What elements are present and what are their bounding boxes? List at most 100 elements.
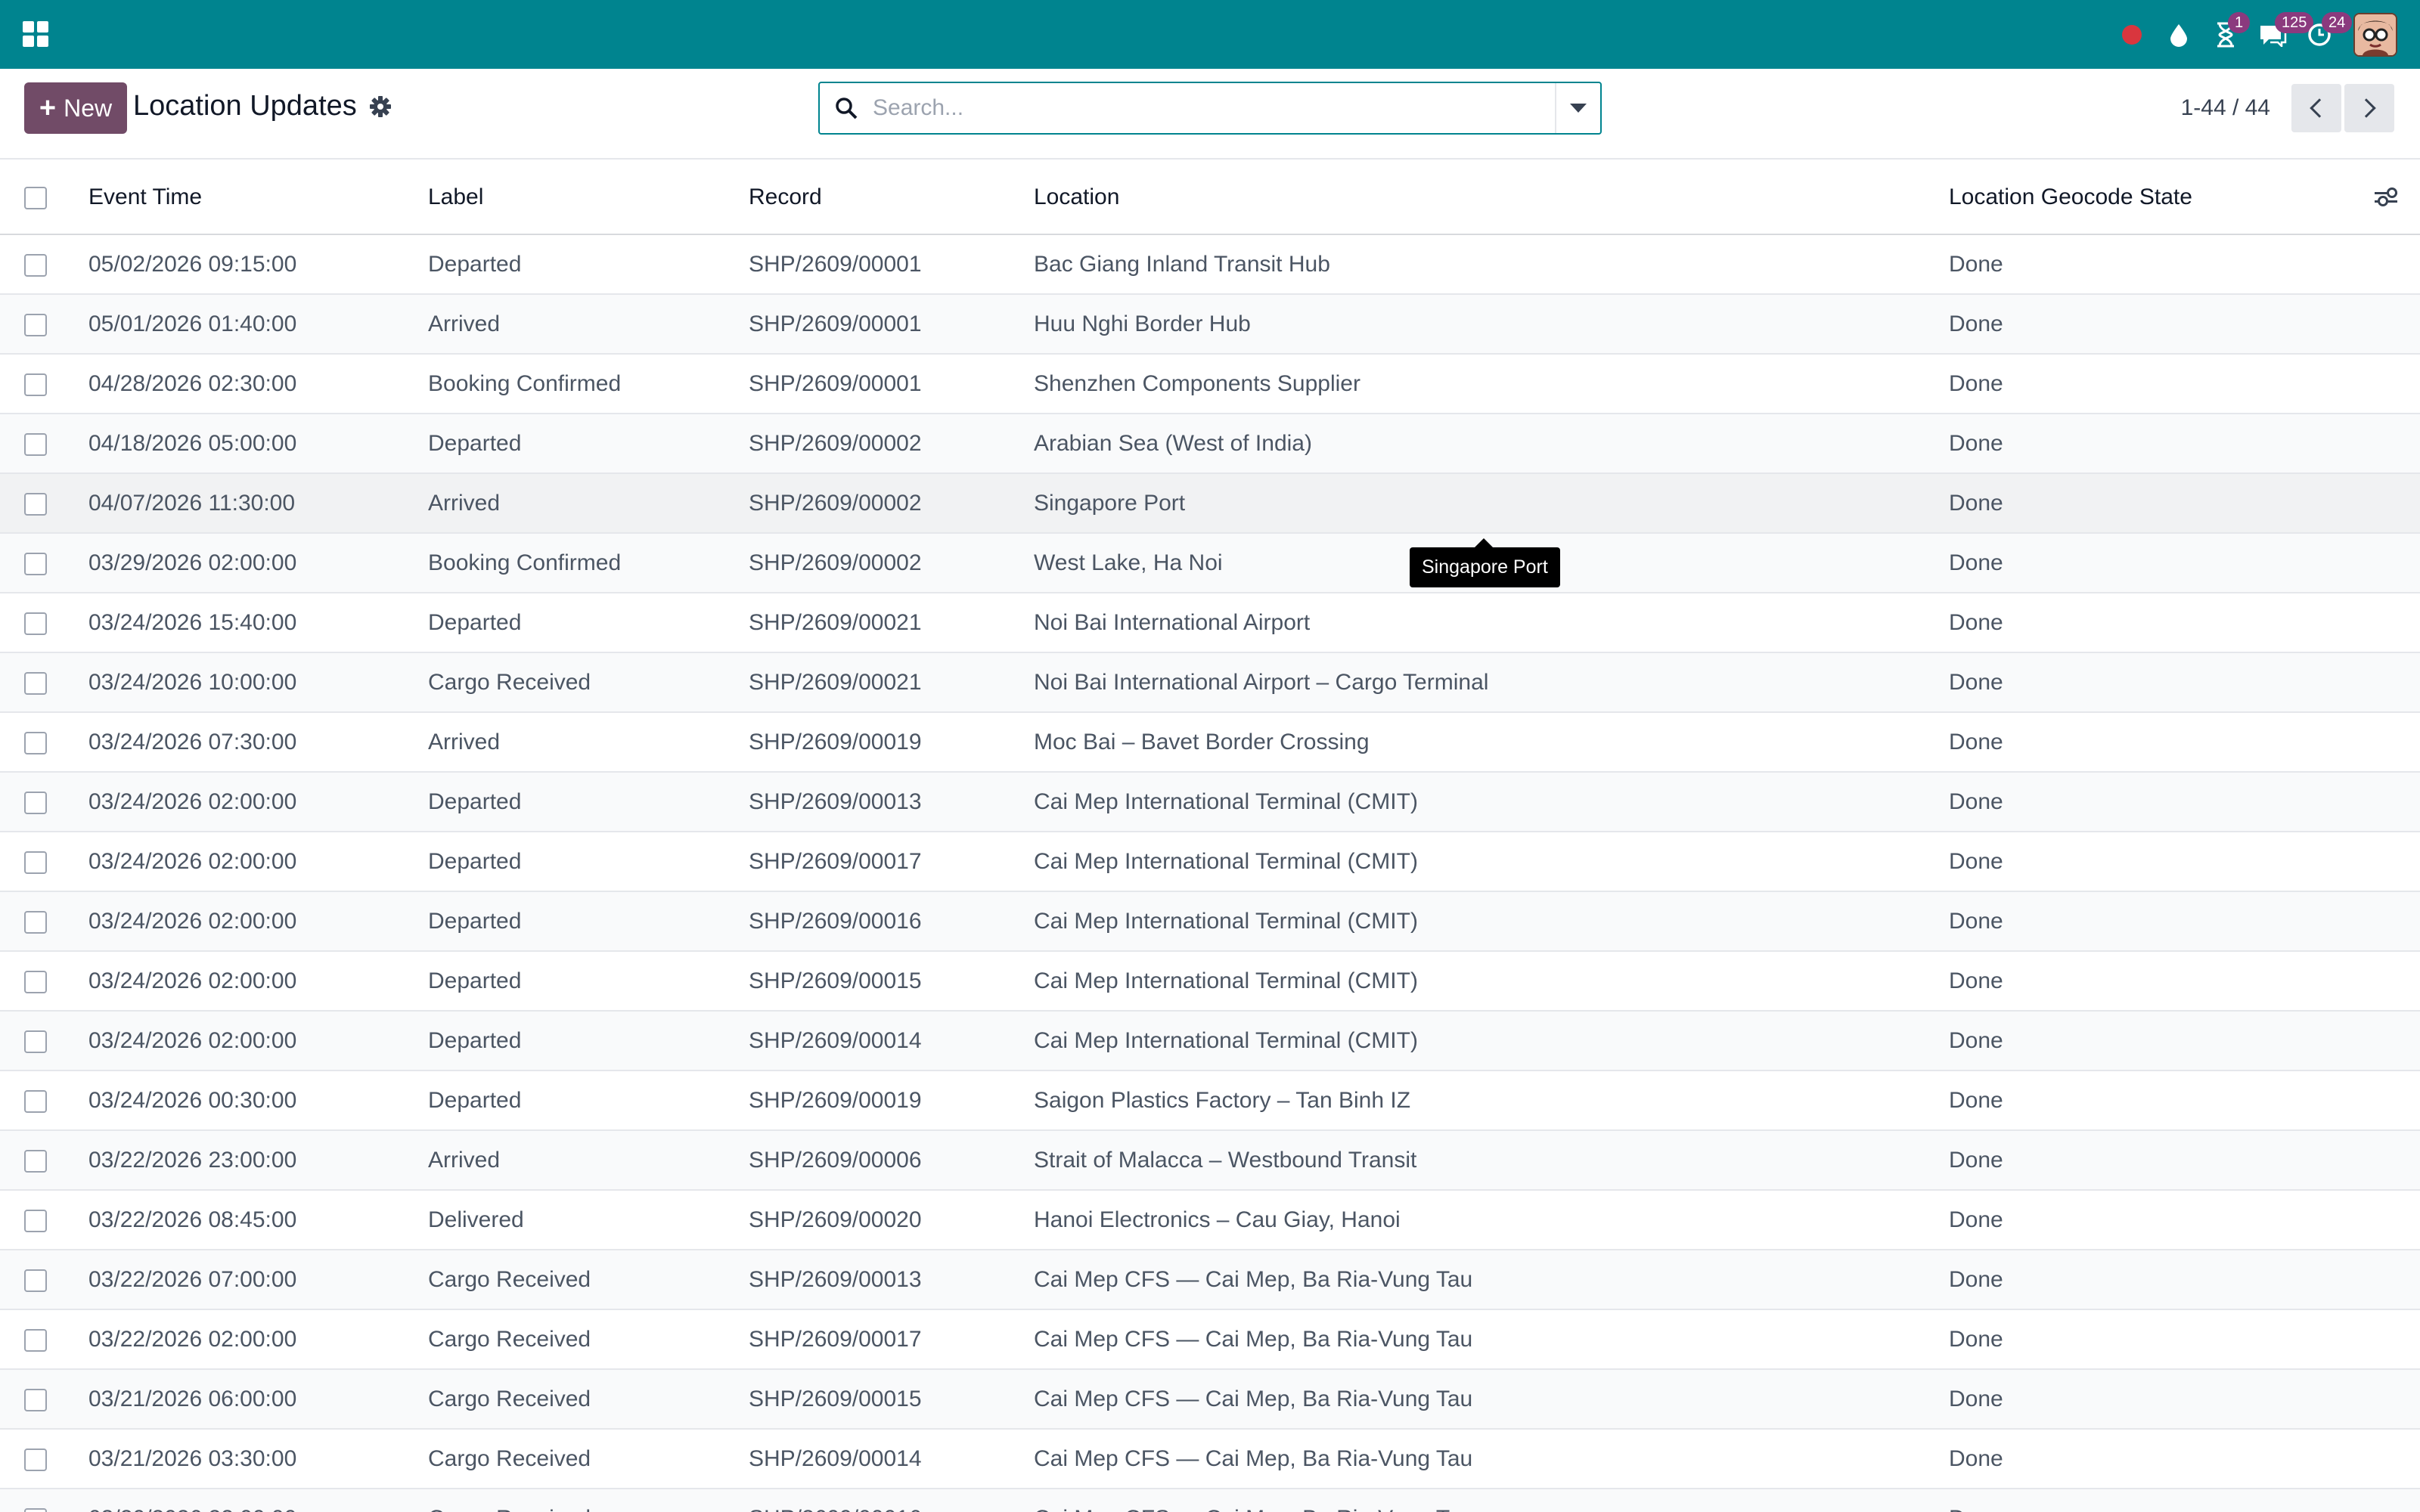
cell-label[interactable]: Cargo Received (428, 1369, 749, 1429)
cell-location[interactable]: Huu Nghi Border Hub (1034, 294, 1949, 354)
cell-label[interactable]: Cargo Received (428, 1489, 749, 1512)
cell-geocode-state[interactable]: Done (1949, 1309, 2360, 1369)
table-row[interactable]: 03/22/2026 08:45:00 Delivered SHP/2609/000… (0, 1190, 2420, 1250)
cell-geocode-state[interactable]: Done (1949, 1489, 2360, 1512)
cell-label[interactable]: Departed (428, 951, 749, 1011)
cell-event-time[interactable]: 03/29/2026 02:00:00 (88, 533, 428, 593)
cell-label[interactable]: Booking Confirmed (428, 533, 749, 593)
cell-geocode-state[interactable]: Done (1949, 652, 2360, 712)
cell-label[interactable]: Arrived (428, 1130, 749, 1190)
cell-record[interactable]: SHP/2609/00002 (749, 414, 1034, 473)
optional-columns-icon[interactable] (2375, 187, 2397, 206)
cell-record[interactable]: SHP/2609/00002 (749, 533, 1034, 593)
cell-label[interactable]: Arrived (428, 473, 749, 533)
table-row[interactable]: 03/22/2026 02:00:00 Cargo Received SHP/260… (0, 1309, 2420, 1369)
cell-location[interactable]: Noi Bai International Airport – Cargo Te… (1034, 652, 1949, 712)
cell-record[interactable]: SHP/2609/00019 (749, 1070, 1034, 1130)
column-header-label[interactable]: Label (428, 160, 749, 234)
new-button[interactable]: + New (24, 82, 127, 134)
cell-event-time[interactable]: 03/24/2026 02:00:00 (88, 891, 428, 951)
cell-event-time[interactable]: 03/24/2026 15:40:00 (88, 593, 428, 652)
table-row[interactable]: 03/21/2026 06:00:00 Cargo Received SHP/260… (0, 1369, 2420, 1429)
row-checkbox[interactable] (24, 373, 47, 396)
cell-record[interactable]: SHP/2609/00013 (749, 1250, 1034, 1309)
cell-location[interactable]: Cai Mep CFS — Cai Mep, Ba Ria-Vung Tau (1034, 1369, 1949, 1429)
cell-event-time[interactable]: 03/24/2026 07:30:00 (88, 712, 428, 772)
cell-location[interactable]: Arabian Sea (West of India) (1034, 414, 1949, 473)
cell-location[interactable]: Cai Mep International Terminal (CMIT) (1034, 772, 1949, 832)
cell-event-time[interactable]: 05/01/2026 01:40:00 (88, 294, 428, 354)
table-row[interactable]: 03/24/2026 02:00:00 Departed SHP/2609/0001… (0, 832, 2420, 891)
select-all-checkbox[interactable] (24, 186, 47, 209)
record-dot-icon[interactable] (2108, 0, 2155, 69)
cell-location[interactable]: Cai Mep International Terminal (CMIT) (1034, 1011, 1949, 1070)
table-row[interactable]: 03/24/2026 15:40:00 Departed SHP/2609/0002… (0, 593, 2420, 652)
cell-geocode-state[interactable]: Done (1949, 1070, 2360, 1130)
cell-location[interactable]: Bac Giang Inland Transit Hub (1034, 234, 1949, 294)
cell-label[interactable]: Arrived (428, 294, 749, 354)
cell-event-time[interactable]: 04/28/2026 02:30:00 (88, 354, 428, 414)
cell-event-time[interactable]: 05/02/2026 09:15:00 (88, 234, 428, 294)
apps-menu-icon[interactable] (23, 21, 48, 47)
cell-label[interactable]: Cargo Received (428, 1429, 749, 1489)
cell-geocode-state[interactable]: Done (1949, 1250, 2360, 1309)
cell-event-time[interactable]: 04/07/2026 11:30:00 (88, 473, 428, 533)
row-checkbox[interactable] (24, 253, 47, 277)
row-checkbox[interactable] (24, 731, 47, 754)
row-checkbox[interactable] (24, 1448, 47, 1471)
column-header-geocode-state[interactable]: Location Geocode State (1949, 160, 2360, 234)
cell-event-time[interactable]: 03/24/2026 02:00:00 (88, 951, 428, 1011)
table-row[interactable]: 05/02/2026 09:15:00 Departed SHP/2609/0000… (0, 234, 2420, 294)
search-input[interactable] (873, 85, 1555, 131)
table-row[interactable]: 03/24/2026 00:30:00 Departed SHP/2609/0001… (0, 1070, 2420, 1130)
cell-record[interactable]: SHP/2609/00019 (749, 712, 1034, 772)
row-checkbox[interactable] (24, 1388, 47, 1411)
cell-geocode-state[interactable]: Done (1949, 1011, 2360, 1070)
column-header-record[interactable]: Record (749, 160, 1034, 234)
cell-record[interactable]: SHP/2609/00017 (749, 1309, 1034, 1369)
cell-record[interactable]: SHP/2609/00001 (749, 234, 1034, 294)
cell-label[interactable]: Delivered (428, 1190, 749, 1250)
cell-geocode-state[interactable]: Done (1949, 593, 2360, 652)
cell-event-time[interactable]: 03/24/2026 02:00:00 (88, 1011, 428, 1070)
row-checkbox[interactable] (24, 970, 47, 993)
messages-chat-icon[interactable]: 125 (2249, 0, 2314, 69)
table-row[interactable]: 05/01/2026 01:40:00 Arrived SHP/2609/00001… (0, 294, 2420, 354)
cell-location[interactable]: Cai Mep International Terminal (CMIT) (1034, 832, 1949, 891)
cell-record[interactable]: SHP/2609/00006 (749, 1130, 1034, 1190)
row-checkbox[interactable] (24, 1209, 47, 1232)
cell-event-time[interactable]: 03/24/2026 02:00:00 (88, 832, 428, 891)
cell-label[interactable]: Departed (428, 772, 749, 832)
row-checkbox[interactable] (24, 1149, 47, 1173)
cell-event-time[interactable]: 03/24/2026 02:00:00 (88, 772, 428, 832)
cell-record[interactable]: SHP/2609/00015 (749, 951, 1034, 1011)
cell-location[interactable]: Saigon Plastics Factory – Tan Binh IZ (1034, 1070, 1949, 1130)
column-header-location[interactable]: Location (1034, 160, 1949, 234)
table-row[interactable]: 03/24/2026 10:00:00 Cargo Received SHP/260… (0, 652, 2420, 712)
cell-record[interactable]: SHP/2609/00021 (749, 652, 1034, 712)
cell-label[interactable]: Cargo Received (428, 1309, 749, 1369)
search-options-toggle[interactable] (1555, 83, 1600, 133)
cell-event-time[interactable]: 03/24/2026 10:00:00 (88, 652, 428, 712)
cell-geocode-state[interactable]: Done (1949, 234, 2360, 294)
row-checkbox[interactable] (24, 1089, 47, 1113)
cell-record[interactable]: SHP/2609/00001 (749, 354, 1034, 414)
cell-location[interactable]: Strait of Malacca – Westbound Transit (1034, 1130, 1949, 1190)
cell-record[interactable]: SHP/2609/00017 (749, 832, 1034, 891)
cell-record[interactable]: SHP/2609/00013 (749, 772, 1034, 832)
cell-location[interactable]: Hanoi Electronics – Cau Giay, Hanoi (1034, 1190, 1949, 1250)
table-row[interactable]: 04/28/2026 02:30:00 Booking Confirmed SHP/… (0, 354, 2420, 414)
cell-location[interactable]: Cai Mep International Terminal (CMIT) (1034, 891, 1949, 951)
cell-event-time[interactable]: 03/22/2026 02:00:00 (88, 1309, 428, 1369)
row-checkbox[interactable] (24, 552, 47, 575)
timesheet-clock-icon[interactable]: 24 (2296, 0, 2353, 69)
gear-icon[interactable] (369, 95, 392, 118)
row-checkbox[interactable] (24, 671, 47, 695)
pager-value[interactable]: 1-44 / 44 (2181, 95, 2270, 121)
cell-record[interactable]: SHP/2609/00015 (749, 1369, 1034, 1429)
row-checkbox[interactable] (24, 492, 47, 516)
cell-geocode-state[interactable]: Done (1949, 1369, 2360, 1429)
cell-location[interactable]: Noi Bai International Airport (1034, 593, 1949, 652)
cell-event-time[interactable]: 03/24/2026 00:30:00 (88, 1070, 428, 1130)
cell-label[interactable]: Departed (428, 234, 749, 294)
